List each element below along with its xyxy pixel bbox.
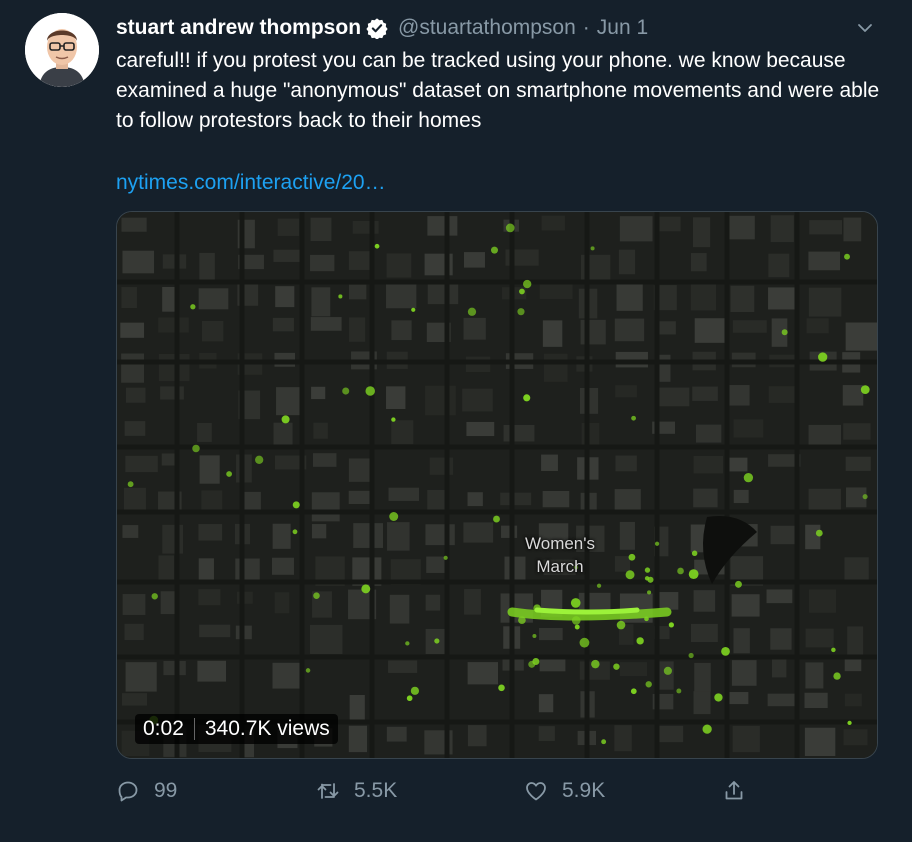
video-view-count: 340.7K views (204, 717, 330, 740)
retweet-button[interactable]: 5.5K (316, 773, 397, 809)
tweet-header: stuart andrew thompson @stuartathompson … (116, 13, 648, 43)
article-link[interactable]: nytimes.com/interactive/20… (116, 168, 386, 198)
map-video-frame (117, 212, 877, 758)
reply-icon (118, 781, 138, 802)
retweet-icon (317, 783, 339, 799)
reply-count: 99 (154, 779, 178, 802)
share-button[interactable] (722, 773, 760, 809)
video-metadata: 0:02 340.7K views (135, 714, 338, 744)
tweet-actions: 99 5.5K 5.9K (116, 773, 756, 809)
retweet-count: 5.5K (354, 779, 398, 802)
reply-button[interactable]: 99 (116, 773, 177, 809)
tweet-date[interactable]: Jun 1 (597, 16, 648, 40)
avatar-illustration-icon (25, 13, 99, 87)
avatar[interactable] (25, 13, 99, 87)
map-annotation: Women's March (525, 532, 595, 578)
tweet-text: careful!! if you protest you can be trac… (116, 49, 880, 132)
like-count: 5.9K (562, 779, 606, 802)
map-annotation-line-1: Women's (525, 534, 596, 553)
author-name[interactable]: stuart andrew thompson (116, 16, 361, 40)
chevron-down-icon[interactable] (856, 19, 874, 37)
share-icon (725, 781, 743, 800)
heart-icon (526, 782, 546, 801)
map-annotation-line-2: March (536, 557, 584, 576)
tweet[interactable]: stuart andrew thompson @stuartathompson … (0, 0, 912, 842)
verified-badge-icon (366, 18, 388, 39)
video-player[interactable]: Women's March 0:02 340.7K views (116, 211, 878, 759)
video-elapsed-time: 0:02 (143, 717, 184, 740)
video-meta-divider (193, 718, 195, 740)
header-separator: · (582, 16, 590, 39)
like-button[interactable]: 5.9K (524, 773, 605, 809)
author-handle[interactable]: @stuartathompson (398, 16, 576, 40)
